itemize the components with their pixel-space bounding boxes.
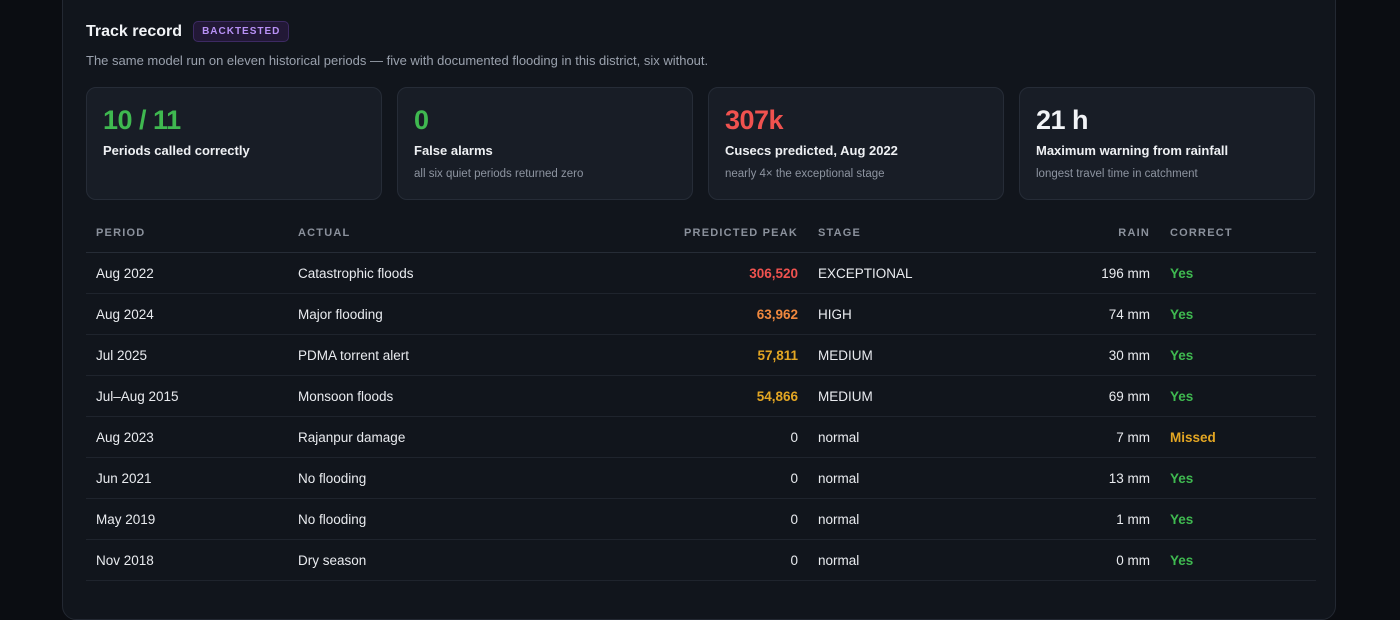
panel-header: Track record BACKTESTED <box>86 21 290 42</box>
table-row: Aug 2023 Rajanpur damage 0 normal 7 mm Missed <box>86 416 1316 458</box>
table-row: Jul–Aug 2015 Monsoon floods 54,866 MEDIUM 69… <box>86 375 1316 417</box>
stage-cell: HIGH <box>808 293 1030 335</box>
rain-cell: 13 mm <box>1030 457 1160 499</box>
stat-card-warning: 21 h Maximum warning from rainfall longe… <box>1019 87 1315 200</box>
actual-cell: Dry season <box>288 539 578 581</box>
rain-cell: 7 mm <box>1030 416 1160 458</box>
rain-cell: 196 mm <box>1030 252 1160 294</box>
stat-label: Cusecs predicted, Aug 2022 <box>725 143 898 158</box>
stat-card-correct: 10 / 11 Periods called correctly <box>86 87 382 200</box>
table-row: Aug 2024 Major flooding 63,962 HIGH 74 mm Yes <box>86 293 1316 335</box>
panel-subtitle: The same model run on eleven historical … <box>86 53 709 68</box>
predicted-peak-cell: 57,811 <box>578 334 808 376</box>
stage-cell: MEDIUM <box>808 334 1030 376</box>
correct-cell: Yes <box>1160 457 1316 499</box>
stage-cell: normal <box>808 498 1030 540</box>
actual-cell: No flooding <box>288 457 578 499</box>
table-row: May 2019 No flooding 0 normal 1 mm Yes <box>86 498 1316 540</box>
rain-cell: 1 mm <box>1030 498 1160 540</box>
table-row: Nov 2018 Dry season 0 normal 0 mm Yes <box>86 539 1316 581</box>
stat-label: False alarms <box>414 143 493 158</box>
period-cell: Jun 2021 <box>86 457 288 499</box>
stat-note: longest travel time in catchment <box>1036 168 1198 180</box>
stage-cell: normal <box>808 457 1030 499</box>
predicted-peak-cell: 0 <box>578 539 808 581</box>
period-cell: Jul 2025 <box>86 334 288 376</box>
column-header-stage: STAGE <box>808 213 1030 253</box>
backtest-table: PERIOD ACTUAL PREDICTED PEAK STAGE RAIN … <box>86 213 1316 581</box>
period-cell: Aug 2022 <box>86 252 288 294</box>
column-header-period: PERIOD <box>86 213 288 253</box>
correct-cell: Yes <box>1160 293 1316 335</box>
period-cell: May 2019 <box>86 498 288 540</box>
column-header-actual: ACTUAL <box>288 213 578 253</box>
stat-value: 21 h <box>1036 105 1089 135</box>
predicted-peak-cell: 63,962 <box>578 293 808 335</box>
rain-cell: 74 mm <box>1030 293 1160 335</box>
correct-cell: Yes <box>1160 375 1316 417</box>
period-cell: Aug 2023 <box>86 416 288 458</box>
predicted-peak-cell: 0 <box>578 498 808 540</box>
correct-cell: Yes <box>1160 334 1316 376</box>
table-row: Jul 2025 PDMA torrent alert 57,811 MEDIUM 30… <box>86 334 1316 376</box>
correct-cell: Yes <box>1160 539 1316 581</box>
actual-cell: Major flooding <box>288 293 578 335</box>
track-record-panel: Track record BACKTESTED The same model r… <box>62 0 1336 620</box>
stage-cell: normal <box>808 539 1030 581</box>
stat-note: nearly 4× the exceptional stage <box>725 168 885 180</box>
stat-card-false-alarms: 0 False alarms all six quiet periods ret… <box>397 87 693 200</box>
actual-cell: PDMA torrent alert <box>288 334 578 376</box>
period-cell: Jul–Aug 2015 <box>86 375 288 417</box>
stage-cell: normal <box>808 416 1030 458</box>
predicted-peak-cell: 0 <box>578 457 808 499</box>
actual-cell: Rajanpur damage <box>288 416 578 458</box>
predicted-peak-cell: 306,520 <box>578 252 808 294</box>
stage-cell: MEDIUM <box>808 375 1030 417</box>
table-header-row: PERIOD ACTUAL PREDICTED PEAK STAGE RAIN … <box>86 213 1316 253</box>
column-header-rain: RAIN <box>1030 213 1160 253</box>
panel-title: Track record <box>86 22 183 40</box>
period-cell: Nov 2018 <box>86 539 288 581</box>
stat-cards: 10 / 11 Periods called correctly 0 False… <box>86 87 1315 200</box>
rain-cell: 69 mm <box>1030 375 1160 417</box>
actual-cell: Monsoon floods <box>288 375 578 417</box>
stage-cell: EXCEPTIONAL <box>808 252 1030 294</box>
stat-value: 0 <box>414 105 429 135</box>
table-row: Jun 2021 No flooding 0 normal 13 mm Yes <box>86 457 1316 499</box>
predicted-peak-cell: 0 <box>578 416 808 458</box>
actual-cell: No flooding <box>288 498 578 540</box>
rain-cell: 30 mm <box>1030 334 1160 376</box>
column-header-correct: CORRECT <box>1160 213 1316 253</box>
period-cell: Aug 2024 <box>86 293 288 335</box>
correct-cell: Missed <box>1160 416 1316 458</box>
stat-note: all six quiet periods returned zero <box>414 168 584 180</box>
stat-value: 307k <box>725 105 784 135</box>
actual-cell: Catastrophic floods <box>288 252 578 294</box>
correct-cell: Yes <box>1160 252 1316 294</box>
stat-card-cusecs: 307k Cusecs predicted, Aug 2022 nearly 4… <box>708 87 1004 200</box>
correct-cell: Yes <box>1160 498 1316 540</box>
table-row: Aug 2022 Catastrophic floods 306,520 EXCEPT… <box>86 252 1316 294</box>
stat-label: Periods called correctly <box>103 143 250 158</box>
stat-value: 10 / 11 <box>103 105 181 135</box>
rain-cell: 0 mm <box>1030 539 1160 581</box>
predicted-peak-cell: 54,866 <box>578 375 808 417</box>
backtested-badge: BACKTESTED <box>193 21 290 42</box>
stat-label: Maximum warning from rainfall <box>1036 143 1229 158</box>
column-header-predicted-peak: PREDICTED PEAK <box>578 213 808 253</box>
